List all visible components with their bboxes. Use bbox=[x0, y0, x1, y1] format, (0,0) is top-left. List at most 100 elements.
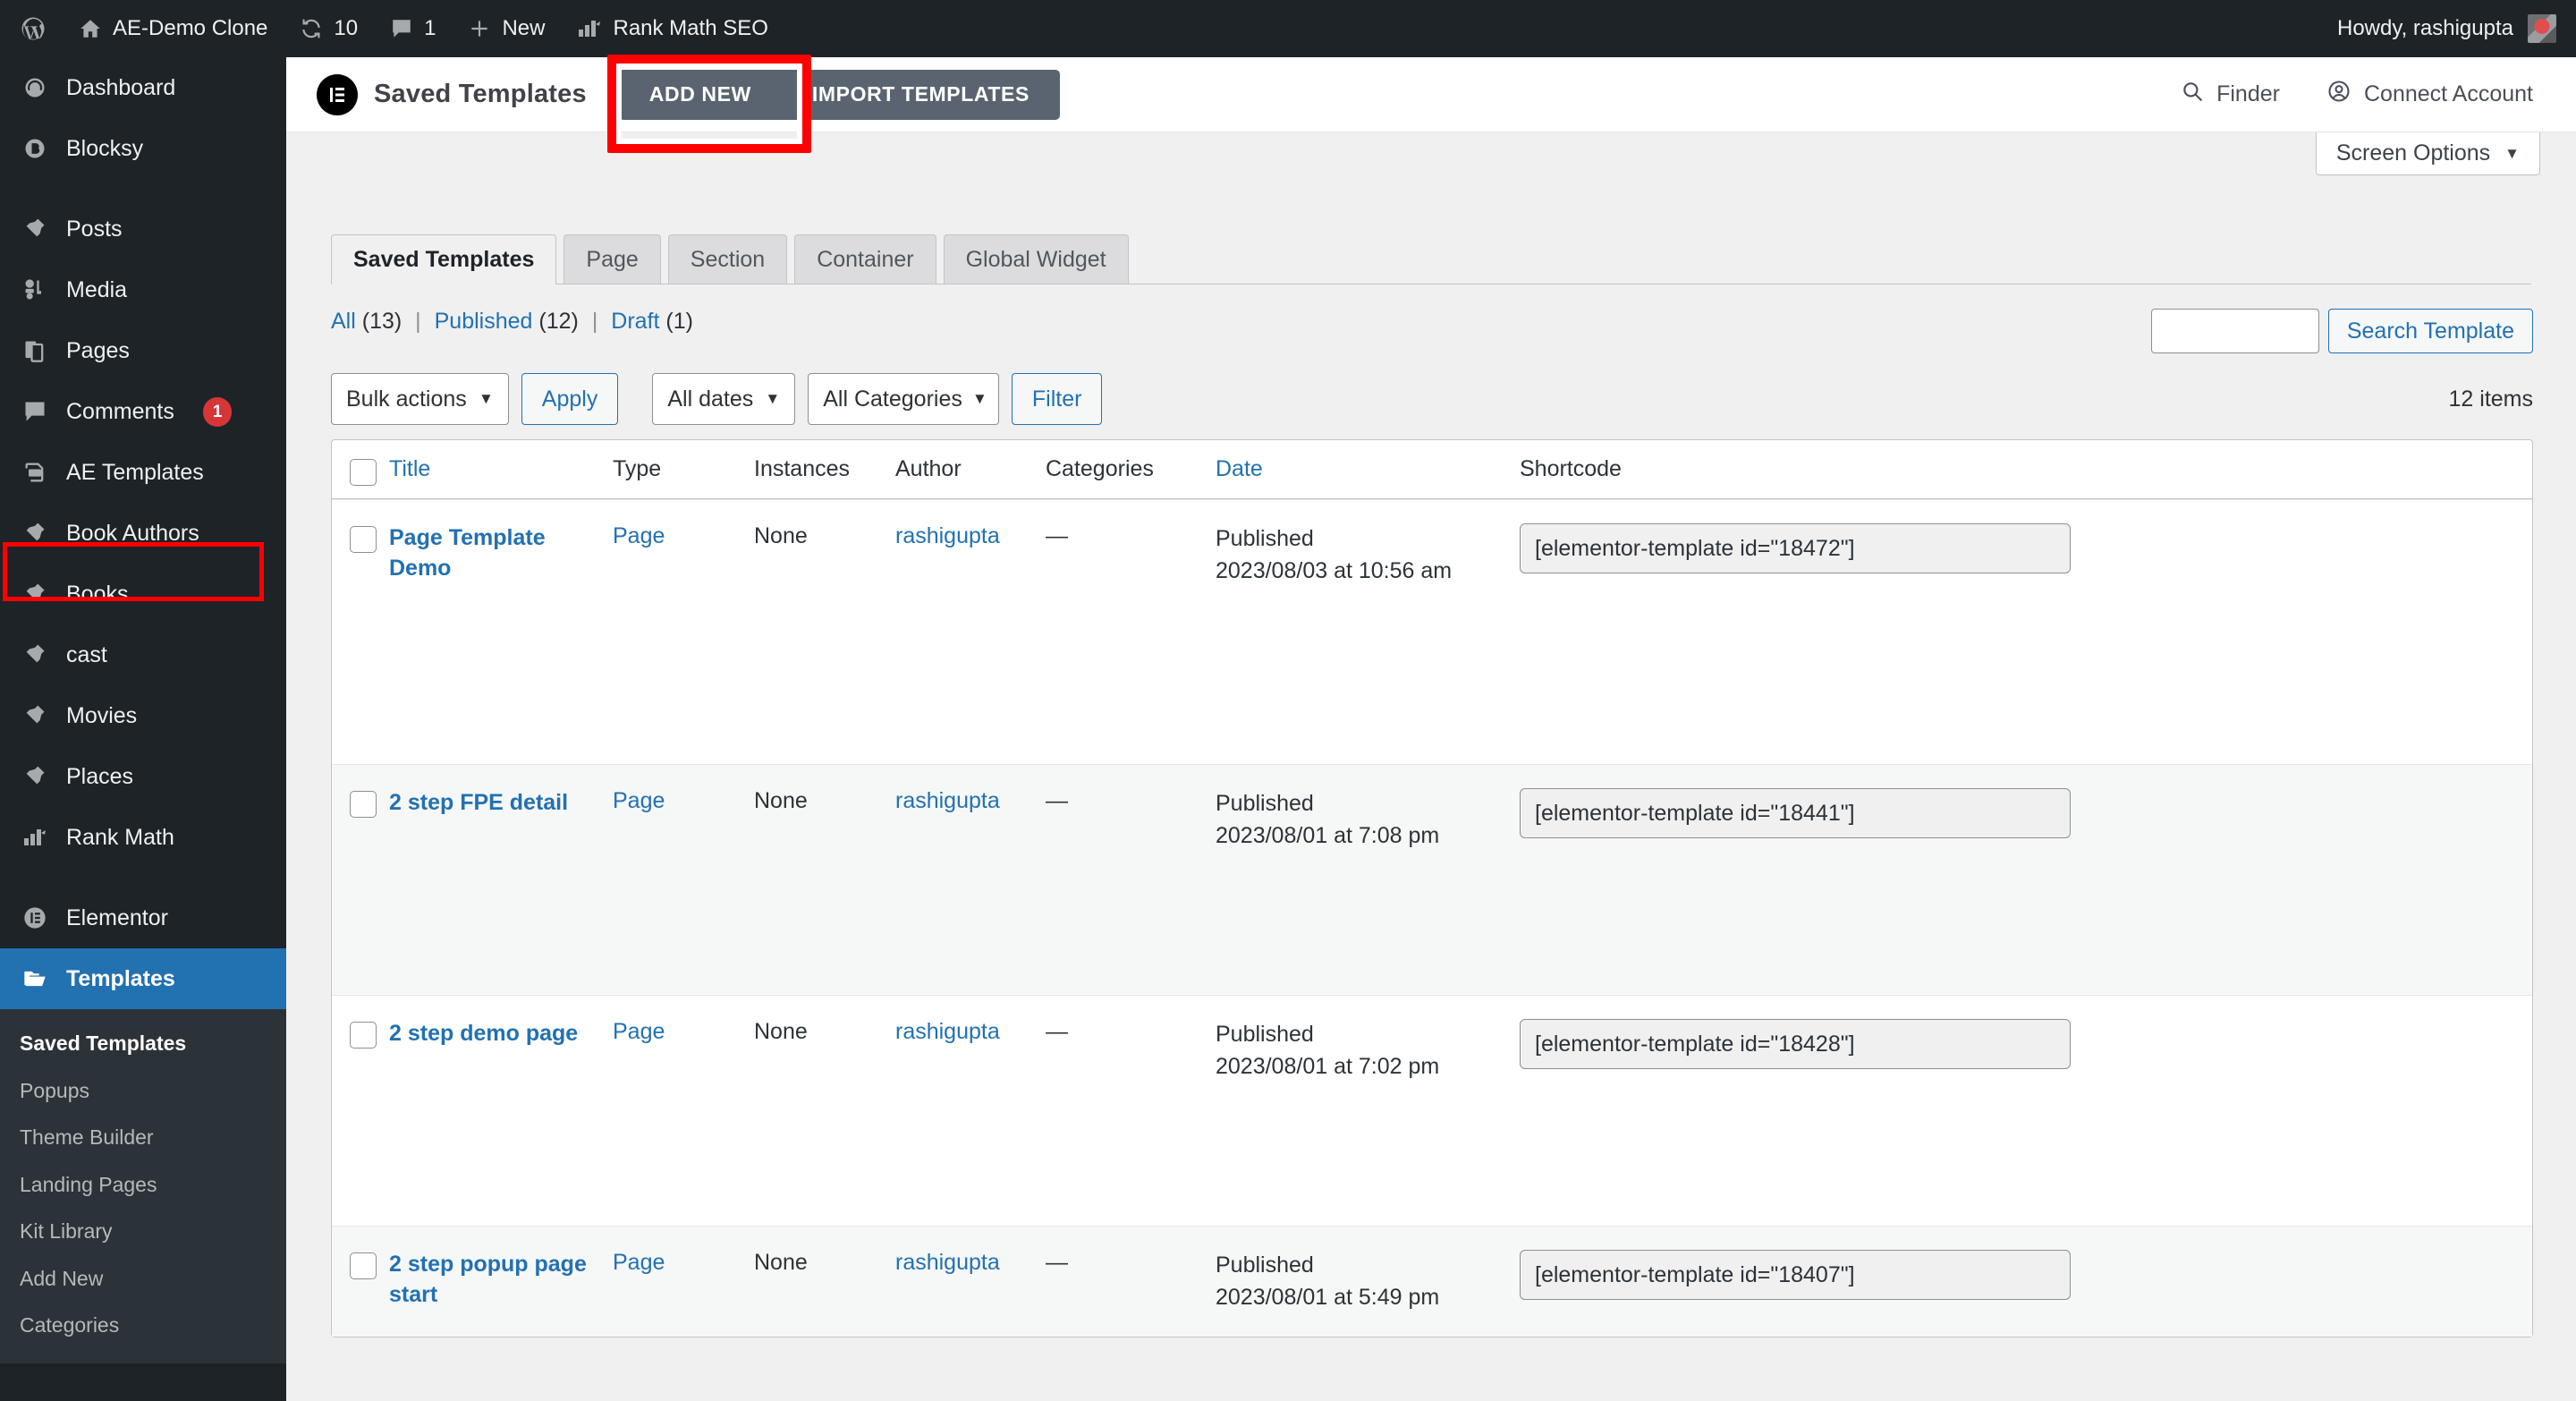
table-body: Page Template Demo Page None rashigupta … bbox=[332, 499, 2532, 1337]
column-header-date: Date bbox=[1216, 440, 1520, 499]
row-checkbox[interactable] bbox=[350, 526, 377, 553]
sidebar-item-elementor[interactable]: Elementor bbox=[0, 887, 286, 948]
sidebar-item-blocksy[interactable]: Blocksy bbox=[0, 118, 286, 179]
admin-bar: AE-Demo Clone 10 1 New Rank Math SEO How… bbox=[0, 0, 2576, 57]
sidebar-item-label: cast bbox=[66, 641, 107, 667]
template-title-link[interactable]: 2 step demo page bbox=[389, 1019, 578, 1049]
sidebar-item-posts[interactable]: Posts bbox=[0, 199, 286, 259]
row-checkbox[interactable] bbox=[350, 1022, 377, 1049]
sidebar-item-cast[interactable]: cast bbox=[0, 624, 286, 685]
sidebar-item-templates[interactable]: Templates bbox=[0, 948, 302, 1009]
comments-menu[interactable]: 1 bbox=[374, 0, 452, 57]
sidebar-item-dashboard[interactable]: Dashboard bbox=[0, 57, 286, 118]
rank-math-menu[interactable]: Rank Math SEO bbox=[561, 0, 784, 57]
comments-count: 1 bbox=[424, 16, 436, 40]
template-author-link[interactable]: rashigupta bbox=[895, 1019, 1000, 1044]
sidebar-item-label: AE Templates bbox=[66, 459, 204, 485]
howdy-label[interactable]: Howdy, rashigupta bbox=[2337, 16, 2513, 41]
row-checkbox[interactable] bbox=[350, 1252, 377, 1279]
submenu-item-saved-templates[interactable]: Saved Templates bbox=[0, 1020, 286, 1067]
row-checkbox-cell bbox=[332, 995, 389, 1226]
template-author-link[interactable]: rashigupta bbox=[895, 523, 1000, 548]
sort-title-link[interactable]: Title bbox=[389, 456, 430, 481]
row-checkbox-cell bbox=[332, 764, 389, 995]
add-new-button[interactable]: ADD NEW bbox=[618, 69, 782, 120]
sidebar-item-ae-templates[interactable]: AE Templates bbox=[0, 442, 286, 503]
row-title-cell: 2 step demo page bbox=[389, 995, 613, 1226]
shortcode-field[interactable]: [elementor-template id="18428"] bbox=[1520, 1019, 2071, 1069]
template-type-tabs: Saved Templates Page Section Container G… bbox=[286, 202, 2576, 284]
sidebar-item-comments[interactable]: Comments 1 bbox=[0, 381, 286, 442]
new-content-menu[interactable]: New bbox=[452, 0, 561, 57]
sidebar-item-pages[interactable]: Pages bbox=[0, 320, 286, 381]
template-type-link[interactable]: Page bbox=[613, 1250, 665, 1275]
screen-options-button[interactable]: Screen Options ▼ bbox=[2315, 132, 2540, 175]
template-type-link[interactable]: Page bbox=[613, 523, 665, 548]
row-date-status: Published bbox=[1216, 1252, 1314, 1278]
tab-saved-templates[interactable]: Saved Templates bbox=[331, 234, 557, 284]
sidebar-item-movies[interactable]: Movies bbox=[0, 685, 286, 746]
status-link-draft[interactable]: Draft bbox=[611, 309, 659, 334]
tab-section[interactable]: Section bbox=[667, 234, 788, 284]
sidebar-item-books[interactable]: Books bbox=[0, 564, 286, 624]
table-row: 2 step demo page Page None rashigupta — … bbox=[332, 995, 2532, 1226]
sidebar-item-book-authors[interactable]: Book Authors bbox=[0, 503, 286, 564]
update-icon bbox=[300, 17, 323, 40]
updates-menu[interactable]: 10 bbox=[284, 0, 374, 57]
tab-global-widget[interactable]: Global Widget bbox=[943, 234, 1129, 284]
row-title-cell: 2 step popup page start bbox=[389, 1226, 613, 1337]
sidebar-item-places[interactable]: Places bbox=[0, 746, 286, 807]
status-link-published[interactable]: Published bbox=[435, 309, 533, 334]
items-count: 12 items bbox=[2448, 386, 2533, 412]
column-header-instances: Instances bbox=[754, 440, 895, 499]
shortcode-field[interactable]: [elementor-template id="18407"] bbox=[1520, 1250, 2071, 1300]
tab-page[interactable]: Page bbox=[564, 234, 661, 284]
date-filter-select[interactable]: All dates ▼ bbox=[652, 373, 796, 425]
import-templates-button[interactable]: IMPORT TEMPLATES bbox=[781, 69, 1060, 120]
tab-container[interactable]: Container bbox=[794, 234, 936, 284]
submenu-item-categories[interactable]: Categories bbox=[0, 1302, 286, 1349]
sort-date-link[interactable]: Date bbox=[1216, 456, 1263, 481]
row-shortcode-cell: [elementor-template id="18407"] bbox=[1520, 1226, 2532, 1337]
avatar[interactable] bbox=[2528, 14, 2556, 43]
template-title-link[interactable]: 2 step popup page start bbox=[389, 1250, 613, 1311]
template-title-link[interactable]: Page Template Demo bbox=[389, 523, 613, 584]
apply-button[interactable]: Apply bbox=[521, 373, 619, 425]
submenu-item-add-new[interactable]: Add New bbox=[0, 1255, 286, 1303]
category-filter-select[interactable]: All Categories ▼ bbox=[808, 373, 999, 425]
connect-account-label: Connect Account bbox=[2363, 81, 2533, 106]
template-title-link[interactable]: 2 step FPE detail bbox=[389, 788, 568, 819]
template-type-link[interactable]: Page bbox=[613, 1019, 665, 1044]
wordpress-logo-icon bbox=[20, 15, 47, 42]
submenu-item-popups[interactable]: Popups bbox=[0, 1067, 286, 1115]
dashboard-icon bbox=[20, 75, 50, 100]
select-all-checkbox[interactable] bbox=[350, 459, 377, 486]
sidebar-item-media[interactable]: Media bbox=[0, 259, 286, 320]
finder-button[interactable]: Finder bbox=[2181, 80, 2280, 109]
shortcode-field[interactable]: [elementor-template id="18472"] bbox=[1520, 523, 2071, 573]
rank-math-icon bbox=[577, 17, 602, 40]
status-link-all[interactable]: All bbox=[331, 309, 356, 334]
row-date-value: 2023/08/03 at 10:56 am bbox=[1216, 557, 1453, 583]
row-checkbox[interactable] bbox=[350, 791, 377, 818]
sidebar-item-rank-math[interactable]: Rank Math bbox=[0, 807, 286, 868]
row-date-value: 2023/08/01 at 5:49 pm bbox=[1216, 1284, 1440, 1310]
sidebar-item-label: Blocksy bbox=[66, 135, 144, 161]
template-type-link[interactable]: Page bbox=[613, 788, 665, 813]
template-author-link[interactable]: rashigupta bbox=[895, 788, 1000, 813]
search-input[interactable] bbox=[2150, 309, 2319, 353]
template-author-link[interactable]: rashigupta bbox=[895, 1250, 1000, 1275]
shortcode-field[interactable]: [elementor-template id="18441"] bbox=[1520, 788, 2071, 838]
connect-account-button[interactable]: Connect Account bbox=[2326, 79, 2533, 110]
submenu-item-landing-pages[interactable]: Landing Pages bbox=[0, 1161, 286, 1209]
sidebar-item-label: Book Authors bbox=[66, 520, 199, 546]
submenu-item-theme-builder[interactable]: Theme Builder bbox=[0, 1114, 286, 1161]
wordpress-logo-menu[interactable] bbox=[0, 0, 63, 57]
filter-button[interactable]: Filter bbox=[1011, 373, 1103, 425]
bulk-actions-select[interactable]: Bulk actions ▼ bbox=[331, 373, 509, 425]
submenu-item-kit-library[interactable]: Kit Library bbox=[0, 1208, 286, 1255]
bulk-actions-value: Bulk actions bbox=[346, 386, 467, 412]
row-shortcode-cell: [elementor-template id="18441"] bbox=[1520, 764, 2532, 995]
search-template-button[interactable]: Search Template bbox=[2327, 309, 2533, 353]
site-name-menu[interactable]: AE-Demo Clone bbox=[63, 0, 284, 57]
